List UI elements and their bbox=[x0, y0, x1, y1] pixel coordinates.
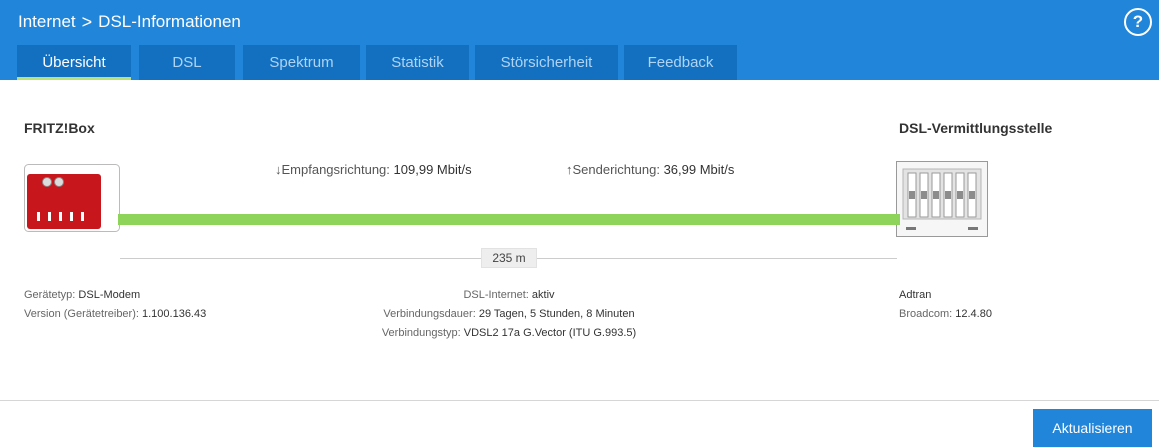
left-device-title: FRITZ!Box bbox=[24, 120, 95, 136]
right-device-title: DSL-Vermittlungsstelle bbox=[899, 120, 1053, 136]
dsl-internet-row: DSL-Internet: aktiv bbox=[360, 286, 658, 305]
connection-type-value: VDSL2 17a G.Vector (ITU G.993.5) bbox=[463, 327, 637, 339]
chipset-row: Broadcom: 12.4.80 bbox=[899, 305, 992, 324]
exchange-cabinet-icon bbox=[896, 161, 988, 237]
tab-feedback[interactable]: Feedback bbox=[624, 45, 737, 80]
dsl-connection-line bbox=[118, 214, 900, 225]
upstream-value: 36,99 Mbit/s bbox=[663, 162, 735, 177]
connection-type-label: Verbindungstyp: bbox=[381, 327, 461, 339]
breadcrumb: Internet > DSL-Informationen bbox=[18, 10, 241, 34]
left-device-info: Gerätetyp: DSL-Modem Version (Gerätetrei… bbox=[24, 286, 206, 324]
tab-statistik[interactable]: Statistik bbox=[366, 45, 469, 80]
tab-dsl[interactable]: DSL bbox=[139, 45, 235, 80]
vendor-value: Adtran bbox=[899, 289, 932, 301]
downstream-label: Empfangsrichtung: bbox=[281, 162, 390, 177]
breadcrumb-separator-icon: > bbox=[81, 11, 93, 32]
breadcrumb-section[interactable]: Internet bbox=[18, 12, 76, 32]
router-icon bbox=[24, 164, 120, 232]
duration-row: Verbindungsdauer: 29 Tagen, 5 Stunden, 8… bbox=[360, 305, 658, 324]
footer-divider bbox=[0, 400, 1159, 401]
version-label: Version (Gerätetreiber): bbox=[24, 308, 139, 320]
tab-uebersicht[interactable]: Übersicht bbox=[17, 45, 131, 80]
downstream-value: 109,99 Mbit/s bbox=[393, 162, 472, 177]
refresh-button[interactable]: Aktualisieren bbox=[1033, 409, 1152, 447]
duration-value: 29 Tagen, 5 Stunden, 8 Minuten bbox=[478, 308, 635, 320]
duration-label: Verbindungsdauer: bbox=[383, 308, 476, 320]
help-icon[interactable]: ? bbox=[1124, 8, 1152, 36]
version-value: 1.100.136.43 bbox=[142, 308, 207, 320]
header-bar: Internet > DSL-Informationen ? Übersicht… bbox=[0, 0, 1159, 80]
chipset-value: 12.4.80 bbox=[955, 308, 992, 320]
device-type-label: Gerätetyp: bbox=[24, 289, 76, 301]
device-type-row: Gerätetyp: DSL-Modem bbox=[24, 286, 206, 305]
upstream-label: Senderichtung: bbox=[572, 162, 660, 177]
version-row: Version (Gerätetreiber): 1.100.136.43 bbox=[24, 305, 206, 324]
downstream-rate: ↓Empfangsrichtung: 109,99 Mbit/s bbox=[275, 162, 472, 177]
tab-stoersicherheit[interactable]: Störsicherheit bbox=[475, 45, 618, 80]
tab-spektrum[interactable]: Spektrum bbox=[243, 45, 360, 80]
right-device-info: Adtran Broadcom: 12.4.80 bbox=[899, 286, 992, 324]
line-distance: 235 m bbox=[481, 248, 537, 268]
upstream-rate: ↑Senderichtung: 36,99 Mbit/s bbox=[566, 162, 734, 177]
dsl-internet-value: aktiv bbox=[531, 289, 555, 301]
device-type-value: DSL-Modem bbox=[78, 289, 141, 301]
page-title: DSL-Informationen bbox=[98, 12, 241, 31]
chipset-label: Broadcom: bbox=[899, 308, 953, 320]
connection-info: DSL-Internet: aktiv Verbindungsdauer: 29… bbox=[360, 286, 658, 343]
dsl-internet-label: DSL-Internet: bbox=[463, 289, 529, 301]
connection-type-row: Verbindungstyp: VDSL2 17a G.Vector (ITU … bbox=[360, 324, 658, 343]
